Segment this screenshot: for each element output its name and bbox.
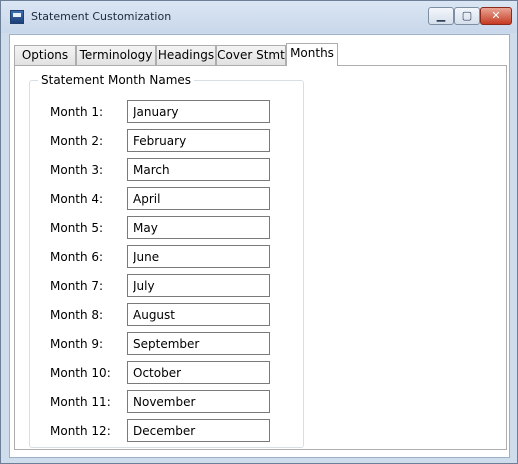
month-label: Month 12: <box>50 424 111 438</box>
title-bar[interactable]: Statement Customization ▁ ▢ ✕ <box>1 1 517 33</box>
month-label: Month 4: <box>50 192 104 206</box>
month-2-input[interactable] <box>127 129 270 152</box>
client-area: Options Terminology Headings Cover Stmt … <box>9 34 510 458</box>
app-icon <box>10 10 24 24</box>
month-row: Month 10: <box>30 361 305 385</box>
month-label: Month 1: <box>50 105 104 119</box>
month-11-input[interactable] <box>127 390 270 413</box>
window-title: Statement Customization <box>31 10 172 23</box>
month-label: Month 6: <box>50 250 104 264</box>
month-5-input[interactable] <box>127 216 270 239</box>
month-3-input[interactable] <box>127 158 270 181</box>
month-row: Month 3: <box>30 158 305 182</box>
minimize-button[interactable]: ▁ <box>428 7 454 25</box>
tab-cover-stmt[interactable]: Cover Stmt <box>216 45 286 65</box>
month-label: Month 3: <box>50 163 104 177</box>
month-row: Month 2: <box>30 129 305 153</box>
month-7-input[interactable] <box>127 274 270 297</box>
month-row: Month 1: <box>30 100 305 124</box>
group-title: Statement Month Names <box>38 73 195 87</box>
month-8-input[interactable] <box>127 303 270 326</box>
tab-terminology[interactable]: Terminology <box>76 45 156 65</box>
month-label: Month 5: <box>50 221 104 235</box>
month-4-input[interactable] <box>127 187 270 210</box>
month-label: Month 7: <box>50 279 104 293</box>
month-row: Month 6: <box>30 245 305 269</box>
close-button[interactable]: ✕ <box>480 7 512 25</box>
month-label: Month 8: <box>50 308 104 322</box>
month-row: Month 9: <box>30 332 305 356</box>
statement-customization-window: Statement Customization ▁ ▢ ✕ Options Te… <box>0 0 518 464</box>
maximize-icon: ▢ <box>461 9 473 22</box>
month-1-input[interactable] <box>127 100 270 123</box>
month-12-input[interactable] <box>127 419 270 442</box>
month-label: Month 10: <box>50 366 111 380</box>
month-10-input[interactable] <box>127 361 270 384</box>
month-label: Month 9: <box>50 337 104 351</box>
month-9-input[interactable] <box>127 332 270 355</box>
month-row: Month 4: <box>30 187 305 211</box>
month-label: Month 2: <box>50 134 104 148</box>
month-6-input[interactable] <box>127 245 270 268</box>
month-label: Month 11: <box>50 395 111 409</box>
month-row: Month 7: <box>30 274 305 298</box>
tab-headings[interactable]: Headings <box>156 45 216 65</box>
maximize-button[interactable]: ▢ <box>454 7 480 25</box>
month-row: Month 12: <box>30 419 305 443</box>
close-icon: ✕ <box>491 9 501 22</box>
month-row: Month 5: <box>30 216 305 240</box>
month-row: Month 11: <box>30 390 305 414</box>
tab-months[interactable]: Months <box>286 43 338 66</box>
month-row: Month 8: <box>30 303 305 327</box>
statement-month-names-group: Statement Month Names Month 1: Month 2: … <box>29 73 305 448</box>
months-tab-panel: Statement Month Names Month 1: Month 2: … <box>14 65 507 450</box>
minimize-icon: ▁ <box>436 9 446 22</box>
tab-options[interactable]: Options <box>14 45 76 65</box>
